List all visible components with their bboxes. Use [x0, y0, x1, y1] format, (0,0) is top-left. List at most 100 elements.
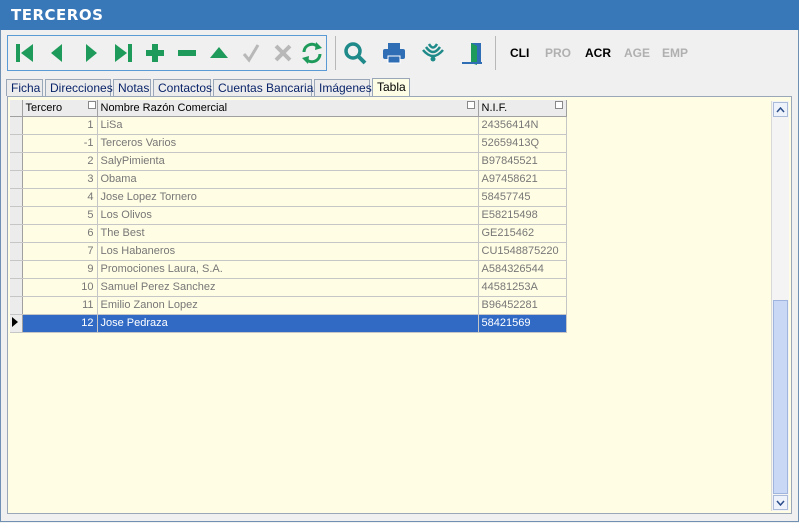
tab-notas[interactable]: Notas	[113, 79, 151, 96]
edit-button[interactable]	[204, 38, 234, 68]
table-row[interactable]: 3 Obama A97458621	[10, 170, 567, 189]
exit-button[interactable]	[457, 38, 487, 68]
scroll-down-button[interactable]	[773, 495, 788, 510]
cell-nif[interactable]: 44581253A	[478, 278, 567, 297]
table-row[interactable]: 6 The Best GE215462	[10, 224, 567, 243]
table-row[interactable]: 2 SalyPimienta B97845521	[10, 152, 567, 171]
tab-direcciones[interactable]: Direcciones	[45, 79, 113, 96]
table-row[interactable]: 7 Los Habaneros CU1548875220	[10, 242, 567, 261]
scroll-up-button[interactable]	[773, 102, 788, 117]
add-button[interactable]	[140, 38, 170, 68]
table-row[interactable]: 11 Emilio Zanon Lopez B96452281	[10, 296, 567, 315]
cell-nif[interactable]: 58457745	[478, 188, 567, 207]
confirm-button[interactable]	[236, 38, 266, 68]
tab-contactos[interactable]: Contactos	[153, 79, 212, 96]
cli-button[interactable]: CLI	[510, 46, 529, 60]
last-record-button[interactable]	[108, 38, 138, 68]
cell-nombre[interactable]: SalyPimienta	[97, 152, 479, 171]
filter-icon[interactable]	[466, 101, 475, 109]
table-row[interactable]: -1 Terceros Varios 52659413Q	[10, 134, 567, 153]
tab-cuentas-bancarias[interactable]: Cuentas Bancarias	[213, 79, 319, 96]
search-button[interactable]	[340, 38, 370, 68]
cell-nif[interactable]: CU1548875220	[478, 242, 567, 261]
first-record-button[interactable]	[10, 38, 40, 68]
refresh-button[interactable]	[297, 38, 327, 68]
acr-button[interactable]: ACR	[585, 46, 611, 60]
cell-nif[interactable]: E58215498	[478, 206, 567, 225]
age-button[interactable]: AGE	[624, 46, 650, 60]
cell-nombre[interactable]: Emilio Zanon Lopez	[97, 296, 479, 315]
filter-icon[interactable]	[88, 101, 96, 109]
tab-imagenes[interactable]: Imágenes	[314, 79, 372, 96]
table-row[interactable]: 9 Promociones Laura, S.A. A584326544	[10, 260, 567, 279]
cell-tercero[interactable]: 10	[22, 278, 98, 297]
delete-button[interactable]	[172, 38, 202, 68]
prev-record-button[interactable]	[42, 38, 72, 68]
cell-nombre[interactable]: Jose Lopez Tornero	[97, 188, 479, 207]
filter-icon[interactable]	[554, 101, 563, 109]
exit-icon	[462, 43, 482, 65]
emp-button[interactable]: EMP	[662, 46, 688, 60]
tab-ficha[interactable]: Ficha	[6, 79, 43, 96]
cell-tercero[interactable]: 9	[22, 260, 98, 279]
cell-nif[interactable]: GE215462	[478, 224, 567, 243]
print-button[interactable]	[379, 38, 409, 68]
row-indicator[interactable]	[10, 152, 23, 171]
row-indicator[interactable]	[10, 260, 23, 279]
column-header-nif[interactable]: N.I.F.	[478, 100, 567, 117]
cell-nombre[interactable]: LiSa	[97, 116, 479, 135]
cell-nif[interactable]: A584326544	[478, 260, 567, 279]
tab-tabla[interactable]: Tabla	[372, 78, 410, 97]
cell-nif[interactable]: B97845521	[478, 152, 567, 171]
scroll-thumb[interactable]	[773, 300, 788, 494]
row-indicator[interactable]	[10, 188, 23, 207]
vertical-scrollbar[interactable]	[771, 101, 789, 511]
cancel-button[interactable]	[268, 38, 298, 68]
next-record-button[interactable]	[76, 38, 106, 68]
column-header-tercero[interactable]: Tercero	[22, 100, 98, 117]
table-row[interactable]: 12 Jose Pedraza 58421569	[10, 314, 567, 333]
row-indicator[interactable]	[10, 116, 23, 135]
row-indicator[interactable]	[10, 134, 23, 153]
cell-nombre[interactable]: Obama	[97, 170, 479, 189]
cell-tercero[interactable]: 5	[22, 206, 98, 225]
table-row[interactable]: 1 LiSa 24356414N	[10, 116, 567, 135]
row-indicator[interactable]	[10, 278, 23, 297]
cell-tercero[interactable]: 1	[22, 116, 98, 135]
data-grid[interactable]: Tercero Nombre Razón Comercial N.I.F. 1L…	[10, 100, 567, 333]
cell-tercero[interactable]: 3	[22, 170, 98, 189]
cell-nif[interactable]: 52659413Q	[478, 134, 567, 153]
row-indicator[interactable]	[10, 242, 23, 261]
table-row[interactable]: 4 Jose Lopez Tornero 58457745	[10, 188, 567, 207]
cell-tercero[interactable]: 6	[22, 224, 98, 243]
row-indicator[interactable]	[10, 314, 23, 333]
cell-nombre[interactable]: Los Habaneros	[97, 242, 479, 261]
cell-tercero[interactable]: 12	[22, 314, 98, 333]
cell-nif[interactable]: 24356414N	[478, 116, 567, 135]
cell-nombre[interactable]: The Best	[97, 224, 479, 243]
row-indicator[interactable]	[10, 170, 23, 189]
row-indicator[interactable]	[10, 206, 23, 225]
pro-button[interactable]: PRO	[545, 46, 571, 60]
first-record-icon	[16, 44, 33, 62]
cell-nombre[interactable]: Terceros Varios	[97, 134, 479, 153]
table-row[interactable]: 10 Samuel Perez Sanchez 44581253A	[10, 278, 567, 297]
row-indicator[interactable]	[10, 296, 23, 315]
toolbar-separator-2	[495, 36, 496, 70]
cell-nombre[interactable]: Jose Pedraza	[97, 314, 479, 333]
column-header-nombre[interactable]: Nombre Razón Comercial	[97, 100, 479, 117]
cell-nif[interactable]: 58421569	[478, 314, 567, 333]
cell-nif[interactable]: B96452281	[478, 296, 567, 315]
cell-tercero[interactable]: 11	[22, 296, 98, 315]
cell-tercero[interactable]: -1	[22, 134, 98, 153]
cell-tercero[interactable]: 2	[22, 152, 98, 171]
row-indicator[interactable]	[10, 224, 23, 243]
cell-nombre[interactable]: Samuel Perez Sanchez	[97, 278, 479, 297]
cell-tercero[interactable]: 4	[22, 188, 98, 207]
signal-button[interactable]	[418, 38, 448, 68]
cell-nif[interactable]: A97458621	[478, 170, 567, 189]
table-row[interactable]: 5 Los Olivos E58215498	[10, 206, 567, 225]
cell-tercero[interactable]: 7	[22, 242, 98, 261]
cell-nombre[interactable]: Promociones Laura, S.A.	[97, 260, 479, 279]
cell-nombre[interactable]: Los Olivos	[97, 206, 479, 225]
